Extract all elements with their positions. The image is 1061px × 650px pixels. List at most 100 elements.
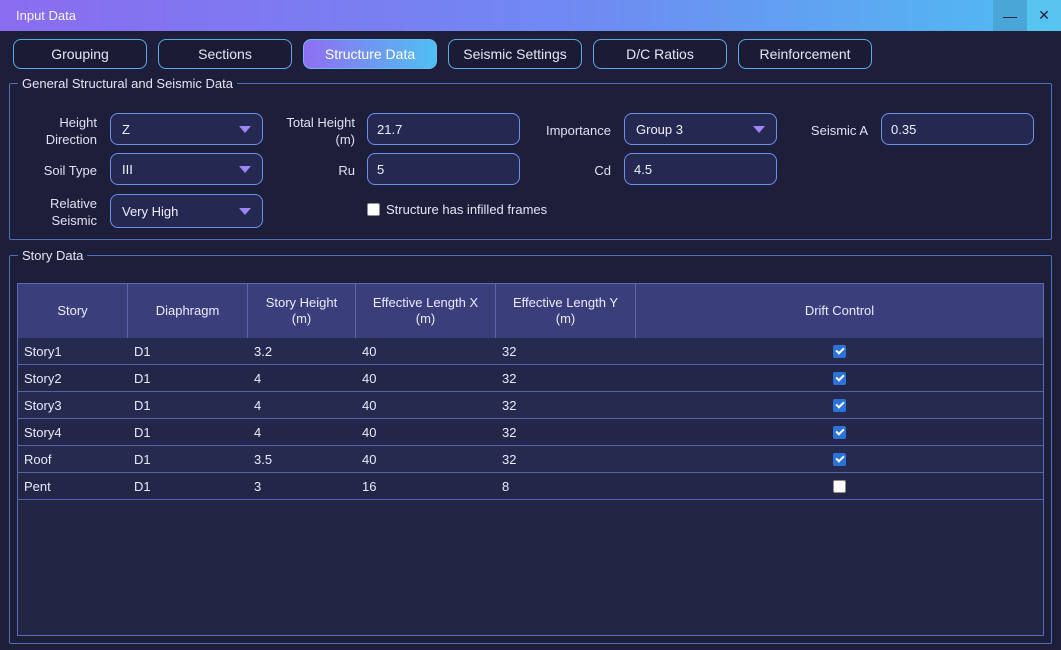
seismic-a-input[interactable]: 0.35 xyxy=(881,113,1034,145)
tab-structure-data[interactable]: Structure Data xyxy=(303,39,437,69)
drift-control-checkbox[interactable] xyxy=(833,371,846,385)
cd-input[interactable]: 4.5 xyxy=(624,153,777,185)
seismic-a-value: 0.35 xyxy=(891,121,917,137)
cell-story[interactable]: Story2 xyxy=(18,365,128,391)
cell-drift-control xyxy=(636,446,1043,472)
column-header-effective-length-x[interactable]: Effective Length X (m) xyxy=(356,284,496,338)
tab-reinforcement[interactable]: Reinforcement xyxy=(738,39,872,69)
importance-select[interactable]: Group 3 xyxy=(624,113,777,145)
cell-drift-control xyxy=(636,419,1043,445)
tab-label: Grouping xyxy=(51,46,109,62)
cd-value: 4.5 xyxy=(634,161,653,177)
tab-dc-ratios[interactable]: D/C Ratios xyxy=(593,39,727,69)
relative-seismic-select[interactable]: Very High xyxy=(110,194,263,228)
column-header-line1: Story Height xyxy=(265,295,338,310)
table-row[interactable]: Story1 D1 3.2 40 32 xyxy=(18,338,1043,365)
tab-seismic-settings[interactable]: Seismic Settings xyxy=(448,39,582,69)
cell-effective-length-y[interactable]: 32 xyxy=(496,446,636,472)
cell-story[interactable]: Story3 xyxy=(18,392,128,418)
table-row[interactable]: Story2 D1 4 40 32 xyxy=(18,365,1043,392)
cell-story[interactable]: Story4 xyxy=(18,419,128,445)
cell-effective-length-x[interactable]: 40 xyxy=(356,392,496,418)
cell-drift-control xyxy=(636,473,1043,499)
soil-type-select[interactable]: III xyxy=(110,153,263,185)
cell-effective-length-x[interactable]: 40 xyxy=(356,365,496,391)
title-bar: Input Data — ✕ xyxy=(0,0,1061,31)
chevron-down-icon xyxy=(239,166,251,173)
column-header-story-height[interactable]: Story Height (m) xyxy=(248,284,356,338)
cell-story[interactable]: Pent xyxy=(18,473,128,499)
column-header-line2: (m) xyxy=(555,311,576,326)
table-row[interactable]: Story3 D1 4 40 32 xyxy=(18,392,1043,419)
chevron-down-icon xyxy=(753,126,765,133)
table-row[interactable]: Roof D1 3.5 40 32 xyxy=(18,446,1043,473)
tab-grouping[interactable]: Grouping xyxy=(13,39,147,69)
story-table: Story Diaphragm Story Height (m) Effectiv… xyxy=(17,283,1044,636)
height-direction-select[interactable]: Z xyxy=(110,113,263,145)
cell-drift-control xyxy=(636,365,1043,391)
cell-diaphragm[interactable]: D1 xyxy=(128,446,248,472)
total-height-label-line2: (m) xyxy=(335,132,356,147)
column-header-story[interactable]: Story xyxy=(18,284,128,338)
ru-label: Ru xyxy=(338,163,355,178)
infilled-frames-checkbox-row[interactable]: Structure has infilled frames xyxy=(367,202,547,217)
relative-seismic-label-line1: Relative xyxy=(50,196,97,211)
cell-story[interactable]: Roof xyxy=(18,446,128,472)
column-header-effective-length-y[interactable]: Effective Length Y (m) xyxy=(496,284,636,338)
cell-story-height[interactable]: 4 xyxy=(248,365,356,391)
cell-effective-length-y[interactable]: 32 xyxy=(496,419,636,445)
ru-input[interactable]: 5 xyxy=(367,153,520,185)
cell-story-height[interactable]: 3.2 xyxy=(248,338,356,364)
tab-label: Structure Data xyxy=(324,46,416,62)
minimize-button[interactable]: — xyxy=(993,0,1027,31)
drift-control-checkbox[interactable] xyxy=(833,398,846,412)
table-row[interactable]: Story4 D1 4 40 32 xyxy=(18,419,1043,446)
cell-story-height[interactable]: 3.5 xyxy=(248,446,356,472)
cell-effective-length-y[interactable]: 8 xyxy=(496,473,636,499)
cell-effective-length-x[interactable]: 40 xyxy=(356,419,496,445)
importance-label: Importance xyxy=(545,123,611,138)
general-data-legend: General Structural and Seismic Data xyxy=(18,76,237,91)
cell-effective-length-x[interactable]: 16 xyxy=(356,473,496,499)
height-direction-value: Z xyxy=(122,121,130,137)
column-header-line1: Diaphragm xyxy=(155,303,220,318)
table-body: Story1 D1 3.2 40 32 Story2 D1 4 40 32 Story3 D1 4 40 3… xyxy=(18,338,1043,500)
chevron-down-icon xyxy=(239,126,251,133)
importance-value: Group 3 xyxy=(636,121,683,137)
column-header-line1: Drift Control xyxy=(804,303,875,318)
cell-diaphragm[interactable]: D1 xyxy=(128,338,248,364)
total-height-input[interactable]: 21.7 xyxy=(367,113,520,145)
drift-control-checkbox[interactable] xyxy=(833,479,846,493)
cell-diaphragm[interactable]: D1 xyxy=(128,473,248,499)
column-header-line2: (m) xyxy=(291,311,312,326)
cell-story-height[interactable]: 4 xyxy=(248,392,356,418)
table-row[interactable]: Pent D1 3 16 8 xyxy=(18,473,1043,500)
total-height-label-line1: Total Height xyxy=(286,115,355,130)
cell-diaphragm[interactable]: D1 xyxy=(128,419,248,445)
tab-label: Sections xyxy=(198,46,252,62)
close-button[interactable]: ✕ xyxy=(1027,0,1061,31)
drift-control-checkbox[interactable] xyxy=(833,452,846,466)
column-header-diaphragm[interactable]: Diaphragm xyxy=(128,284,248,338)
table-header: Story Diaphragm Story Height (m) Effectiv… xyxy=(18,284,1043,338)
drift-control-checkbox[interactable] xyxy=(833,344,846,358)
drift-control-checkbox[interactable] xyxy=(833,425,846,439)
window-controls: — ✕ xyxy=(993,0,1061,31)
infilled-frames-checkbox[interactable] xyxy=(367,203,380,216)
cell-diaphragm[interactable]: D1 xyxy=(128,392,248,418)
cell-effective-length-y[interactable]: 32 xyxy=(496,338,636,364)
height-direction-label-line1: Height xyxy=(59,115,97,130)
cell-story-height[interactable]: 4 xyxy=(248,419,356,445)
cell-effective-length-x[interactable]: 40 xyxy=(356,446,496,472)
tab-label: Reinforcement xyxy=(759,46,851,62)
column-header-drift-control[interactable]: Drift Control xyxy=(636,284,1043,338)
cell-effective-length-y[interactable]: 32 xyxy=(496,392,636,418)
cell-effective-length-y[interactable]: 32 xyxy=(496,365,636,391)
tab-sections[interactable]: Sections xyxy=(158,39,292,69)
cell-story-height[interactable]: 3 xyxy=(248,473,356,499)
cell-diaphragm[interactable]: D1 xyxy=(128,365,248,391)
chevron-down-icon xyxy=(239,208,251,215)
cell-effective-length-x[interactable]: 40 xyxy=(356,338,496,364)
story-data-legend: Story Data xyxy=(18,248,88,263)
cell-story[interactable]: Story1 xyxy=(18,338,128,364)
